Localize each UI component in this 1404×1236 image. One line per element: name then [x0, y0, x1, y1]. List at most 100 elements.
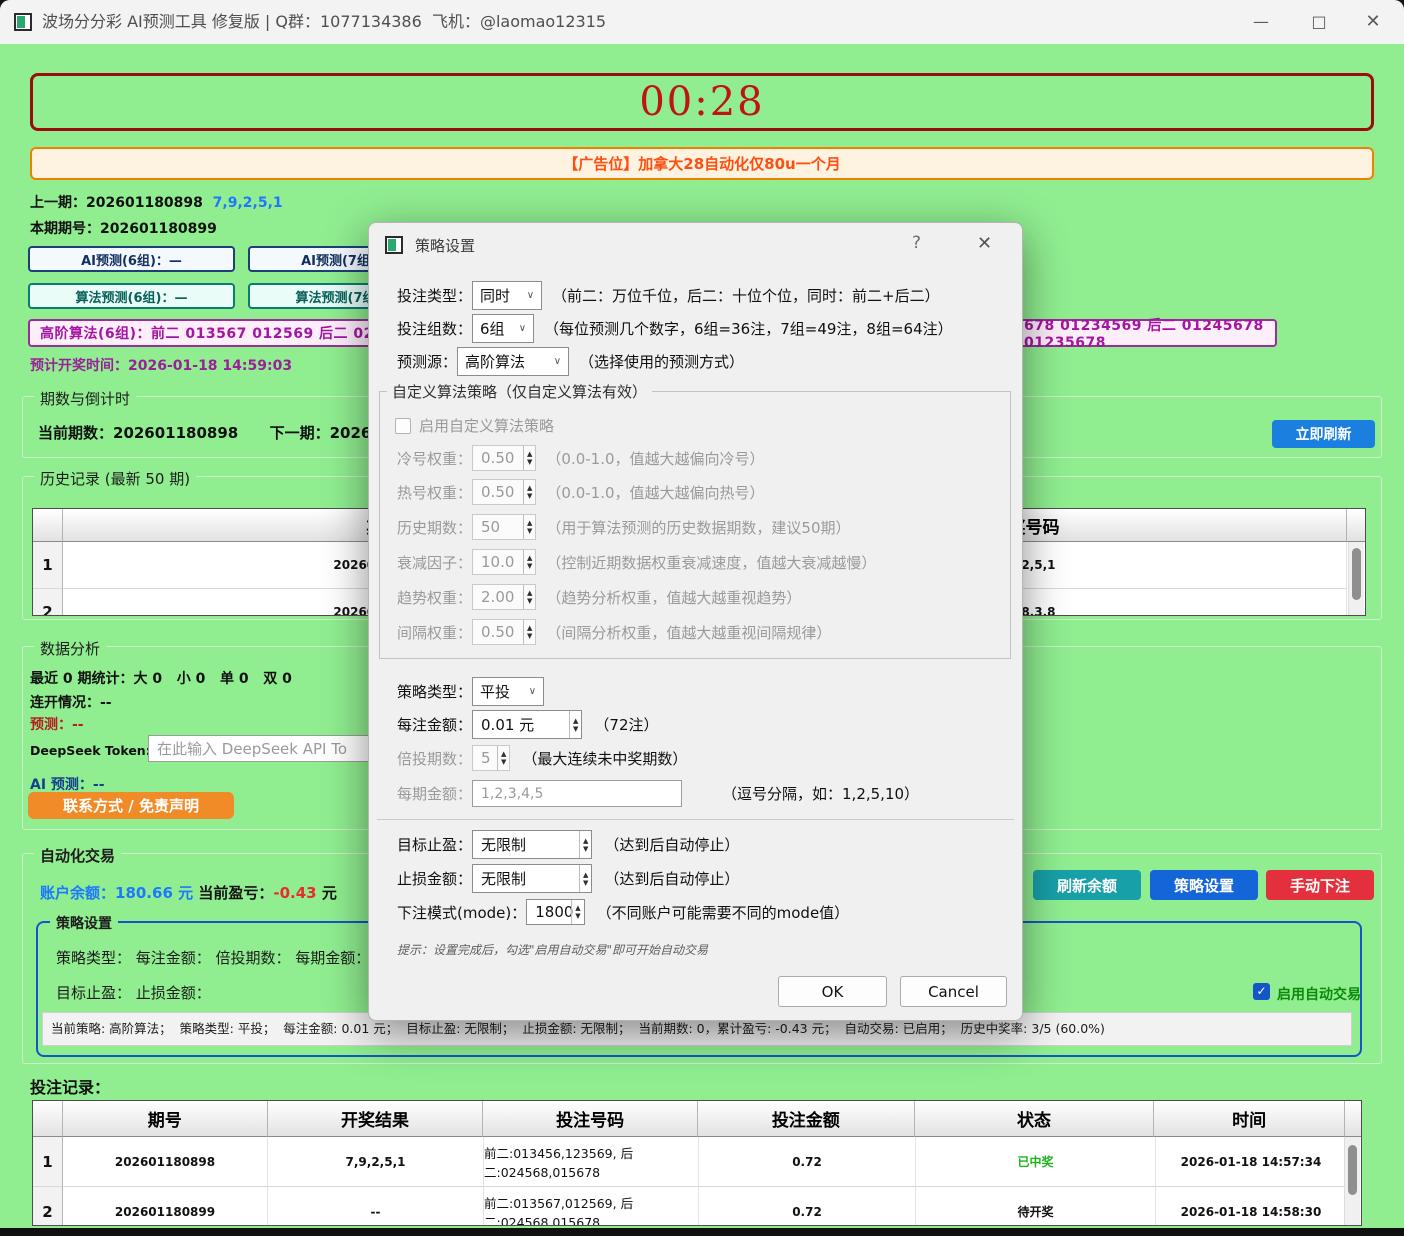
- bets-header-period: 期号: [63, 1101, 268, 1137]
- pnl-value: -0.43: [273, 884, 316, 902]
- dialog-icon: [385, 236, 403, 254]
- ok-button[interactable]: OK: [778, 976, 887, 1007]
- spinner-arrows-icon[interactable]: ▲▼: [523, 446, 535, 470]
- bet-numbers-cell: 前二:013567,012569, 后二:024568,015678: [484, 1187, 699, 1226]
- bets-header-time: 时间: [1154, 1101, 1345, 1137]
- strategy-type-select[interactable]: 平投∨: [472, 677, 544, 706]
- contact-disclaimer-button[interactable]: 联系方式 / 免责声明: [28, 792, 234, 819]
- analysis-group-title: 数据分析: [34, 638, 106, 659]
- bet-type-hint: （前二：万位千位，后二：十位个位，同时：前二+后二）: [552, 285, 940, 306]
- cold-weight-label: 冷号权重：: [397, 448, 472, 469]
- pnl-label: 当前盈亏：: [198, 884, 273, 902]
- strategy-settings-button[interactable]: 策略设置: [1150, 870, 1258, 900]
- source-hint: （选择使用的预测方式）: [579, 351, 744, 372]
- history-count-row: 历史期数： 50▲▼ （用于算法预测的历史数据期数，建议50期）: [397, 514, 851, 540]
- spinner-arrows-icon[interactable]: ▲▼: [571, 900, 583, 924]
- gap-weight-spinner[interactable]: 0.50▲▼: [472, 619, 536, 645]
- bets-scrollbar-thumb[interactable]: [1348, 1145, 1357, 1195]
- martingale-hint: （最大连续未中奖期数）: [522, 748, 687, 769]
- account-balance: 账户余额：180.66 元: [40, 884, 193, 902]
- manual-bet-button[interactable]: 手动下注: [1266, 870, 1374, 900]
- per-period-input[interactable]: [472, 780, 682, 807]
- recent-stats: 最近 0 期统计：大 0 小 0 单 0 双 0: [30, 668, 292, 688]
- enable-auto-trade-checkbox[interactable]: ✓: [1253, 983, 1270, 1000]
- bets-scrollbar[interactable]: [1344, 1137, 1360, 1226]
- history-header-scroll-gap: [1347, 509, 1365, 542]
- history-scrollbar[interactable]: [1348, 542, 1364, 616]
- mode-spinner[interactable]: 1800▲▼: [526, 899, 584, 925]
- dialog-close-icon[interactable]: ✕: [977, 233, 992, 254]
- martingale-spinner[interactable]: 5▲▼: [472, 745, 510, 771]
- bets-header-row: 期号 开奖结果 投注号码 投注金额 状态 时间: [33, 1101, 1361, 1137]
- spinner-arrows-icon[interactable]: ▲▼: [523, 585, 535, 609]
- hot-weight-spinner[interactable]: 0.50▲▼: [472, 479, 536, 505]
- ai-prediction-6: AI预测(6组)：—: [28, 246, 235, 272]
- spinner-arrows-icon[interactable]: ▲▼: [523, 515, 535, 539]
- history-group-title: 历史记录 (最新 50 期): [34, 468, 196, 489]
- stop-loss-value: 无限制: [473, 865, 579, 892]
- row-index: 1: [33, 542, 63, 589]
- bet-records-table: 期号 开奖结果 投注号码 投注金额 状态 时间 1 202601180898 7…: [32, 1100, 1362, 1226]
- decay-factor-value: 10.0: [473, 550, 523, 574]
- strategy-type-row: 策略类型： 平投∨: [397, 677, 544, 706]
- minimize-button[interactable]: —: [1238, 0, 1284, 44]
- custom-enable-checkbox[interactable]: [395, 418, 411, 434]
- previous-period-label: 上一期：202601180898: [30, 195, 203, 211]
- trend-weight-spinner[interactable]: 2.00▲▼: [472, 584, 536, 610]
- app-icon: [14, 13, 32, 31]
- bet-row-2[interactable]: 2 202601180899 -- 前二:013567,012569, 后二:0…: [33, 1187, 1361, 1226]
- refresh-now-button[interactable]: 立即刷新: [1272, 420, 1375, 448]
- gap-weight-row: 间隔权重： 0.50▲▼ （间隔分析权重，值越大越重视间隔规律）: [397, 619, 831, 645]
- deepseek-token-input[interactable]: [148, 735, 378, 762]
- spinner-arrows-icon[interactable]: ▲▼: [523, 480, 535, 504]
- bet-period-cell: 202601180898: [63, 1137, 268, 1187]
- spinner-arrows-icon[interactable]: ▲▼: [497, 746, 509, 770]
- history-count-spinner[interactable]: 50▲▼: [472, 514, 536, 540]
- profit-target-hint: （达到后自动停止）: [604, 834, 739, 855]
- profit-target-spinner[interactable]: 无限制▲▼: [472, 830, 592, 859]
- custom-algo-group-title: 自定义算法策略（仅自定义算法有效）: [387, 381, 652, 402]
- spinner-arrows-icon[interactable]: ▲▼: [579, 831, 591, 858]
- dialog-help-icon[interactable]: ?: [912, 233, 921, 253]
- per-period-label: 每期金额：: [397, 783, 472, 804]
- history-count-hint: （用于算法预测的历史数据期数，建议50期）: [546, 517, 850, 538]
- decay-factor-spinner[interactable]: 10.0▲▼: [472, 549, 536, 575]
- expected-draw-time: 预计开奖时间：2026-01-18 14:59:03: [30, 355, 292, 375]
- per-bet-spinner[interactable]: 0.01 元▲▼: [472, 710, 582, 739]
- cold-weight-spinner[interactable]: 0.50▲▼: [472, 445, 536, 471]
- group-count-select[interactable]: 6组∨: [472, 314, 534, 343]
- mode-row: 下注模式(mode)： 1800▲▼ （不同账户可能需要不同的mode值）: [397, 899, 849, 925]
- per-bet-hint: （72注）: [594, 714, 658, 735]
- history-corner-cell: [33, 509, 63, 542]
- close-button[interactable]: ✕: [1350, 0, 1396, 44]
- martingale-value: 5: [473, 746, 497, 770]
- bet-row-1[interactable]: 1 202601180898 7,9,2,5,1 前二:013456,12356…: [33, 1137, 1361, 1187]
- chevron-down-icon: ∨: [529, 686, 536, 697]
- bet-type-select[interactable]: 同时∨: [472, 281, 542, 310]
- spinner-arrows-icon[interactable]: ▲▼: [569, 711, 581, 738]
- group-count-hint: （每位预测几个数字，6组=36注，7组=49注，8组=64注）: [544, 318, 953, 339]
- custom-enable-row: 启用自定义算法策略: [395, 415, 554, 436]
- bet-status-cell: 已中奖: [916, 1137, 1156, 1187]
- titlebar: 波场分分彩 AI预测工具 修复版 | Q群：1077134386 飞机：@lao…: [0, 0, 1404, 44]
- trend-weight-hint: （趋势分析权重，值越大越重视趋势）: [546, 587, 801, 608]
- bet-type-label: 投注类型：: [397, 285, 472, 306]
- cancel-button[interactable]: Cancel: [900, 976, 1007, 1007]
- source-select[interactable]: 高阶算法∨: [457, 347, 569, 376]
- current-period: 本期期号：202601180899: [30, 218, 217, 238]
- spinner-arrows-icon[interactable]: ▲▼: [523, 550, 535, 574]
- period-group-title: 期数与倒计时: [34, 388, 136, 409]
- hot-weight-value: 0.50: [473, 480, 523, 504]
- refresh-balance-button[interactable]: 刷新余额: [1033, 870, 1141, 900]
- spinner-arrows-icon[interactable]: ▲▼: [523, 620, 535, 644]
- maximize-button[interactable]: □: [1296, 0, 1342, 44]
- mode-label: 下注模式(mode)：: [397, 902, 526, 923]
- cold-weight-hint: （0.0-1.0，值越大越偏向冷号）: [546, 448, 764, 469]
- spinner-arrows-icon[interactable]: ▲▼: [579, 865, 591, 892]
- ai-prediction-text: AI 预测：--: [30, 774, 105, 794]
- history-count-label: 历史期数：: [397, 517, 472, 538]
- dialog-title: 策略设置: [415, 235, 475, 256]
- history-scrollbar-thumb[interactable]: [1352, 548, 1361, 600]
- bet-time-cell: 2026-01-18 14:57:34: [1156, 1137, 1347, 1187]
- stop-loss-spinner[interactable]: 无限制▲▼: [472, 864, 592, 893]
